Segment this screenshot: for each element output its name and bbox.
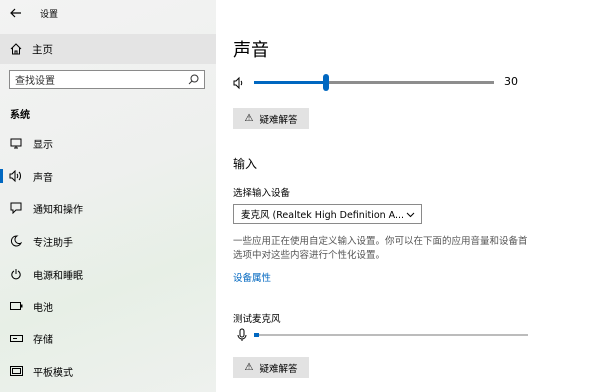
selection-marker xyxy=(0,169,3,183)
speaker-icon xyxy=(9,169,23,183)
sidebar-item-power-sleep[interactable]: 电源和睡眠 xyxy=(0,259,216,289)
section-title: 系统 xyxy=(10,110,30,121)
volume-icon[interactable] xyxy=(233,76,247,90)
sidebar-item-sound[interactable]: 声音 xyxy=(0,161,216,191)
microphone-icon xyxy=(237,328,247,341)
monitor-icon xyxy=(9,136,23,150)
input-description: 一些应用正在使用自定义输入设置。你可以在下面的应用音量和设备首选项中对这些内容进… xyxy=(233,236,528,261)
title-bar: 设置 xyxy=(0,0,216,26)
sidebar-item-battery[interactable]: 电池 xyxy=(0,291,216,321)
input-device-select[interactable]: 麦克风 (Realtek High Definition A... xyxy=(233,204,422,224)
sidebar-item-tablet-mode[interactable]: 平板模式 xyxy=(0,356,216,386)
search-input[interactable]: 查找设置 xyxy=(9,70,205,89)
back-button[interactable] xyxy=(0,0,32,26)
notification-icon xyxy=(9,201,23,215)
power-icon xyxy=(9,267,23,281)
microphone-level-meter xyxy=(254,333,528,337)
home-icon xyxy=(10,43,22,55)
input-heading: 输入 xyxy=(233,157,258,171)
page-title: 声音 xyxy=(233,40,269,61)
microphone-level-fill xyxy=(254,333,260,337)
sidebar-item-label: 存储 xyxy=(33,334,53,346)
sidebar-item-notifications[interactable]: 通知和操作 xyxy=(0,193,216,223)
select-input-device-label: 选择输入设备 xyxy=(233,188,291,199)
sidebar-item-label: 电池 xyxy=(33,302,53,314)
moon-icon xyxy=(9,234,23,248)
sidebar-item-label: 平板模式 xyxy=(33,367,73,379)
sidebar-item-storage[interactable]: 存储 xyxy=(0,323,216,353)
troubleshoot-label: 疑难解答 xyxy=(259,363,298,375)
tablet-icon xyxy=(9,364,23,378)
battery-icon xyxy=(9,299,23,313)
sidebar-item-label: 显示 xyxy=(33,139,53,151)
sidebar-item-focus-assist[interactable]: 专注助手 xyxy=(0,226,216,256)
sidebar-item-label: 电源和睡眠 xyxy=(33,270,83,282)
volume-slider[interactable] xyxy=(254,74,494,91)
storage-icon xyxy=(9,331,23,345)
sidebar-item-label: 声音 xyxy=(33,172,53,184)
selected-device: 麦克风 (Realtek High Definition A... xyxy=(241,210,405,221)
search-icon xyxy=(188,74,199,85)
volume-value: 30 xyxy=(504,75,518,88)
warning-icon: ⚠ xyxy=(244,113,254,124)
input-troubleshoot-button[interactable]: ⚠ 疑难解答 xyxy=(233,357,309,378)
troubleshoot-button[interactable]: ⚠ 疑难解答 xyxy=(233,108,309,129)
home-label: 主页 xyxy=(32,43,53,56)
volume-slider-fill xyxy=(254,81,326,84)
device-properties-link[interactable]: 设备属性 xyxy=(233,270,271,284)
volume-slider-thumb[interactable] xyxy=(323,74,329,91)
back-arrow-icon xyxy=(10,8,21,18)
troubleshoot-label: 疑难解答 xyxy=(259,114,298,126)
chevron-down-icon xyxy=(406,212,415,217)
sidebar-item-display[interactable]: 显示 xyxy=(0,128,216,158)
sidebar-item-label: 专注助手 xyxy=(33,237,73,249)
warning-icon: ⚠ xyxy=(244,362,254,373)
test-microphone-label: 测试麦克风 xyxy=(233,314,281,325)
search-placeholder: 查找设置 xyxy=(15,76,55,87)
home-nav-item[interactable]: 主页 xyxy=(0,34,216,64)
app-title: 设置 xyxy=(40,9,59,20)
sidebar-item-label: 通知和操作 xyxy=(33,204,83,216)
sidebar: 设置 主页 查找设置 系统 显示 声音 通知和操作 专注助手 电源和睡眠 电池 … xyxy=(0,0,216,392)
